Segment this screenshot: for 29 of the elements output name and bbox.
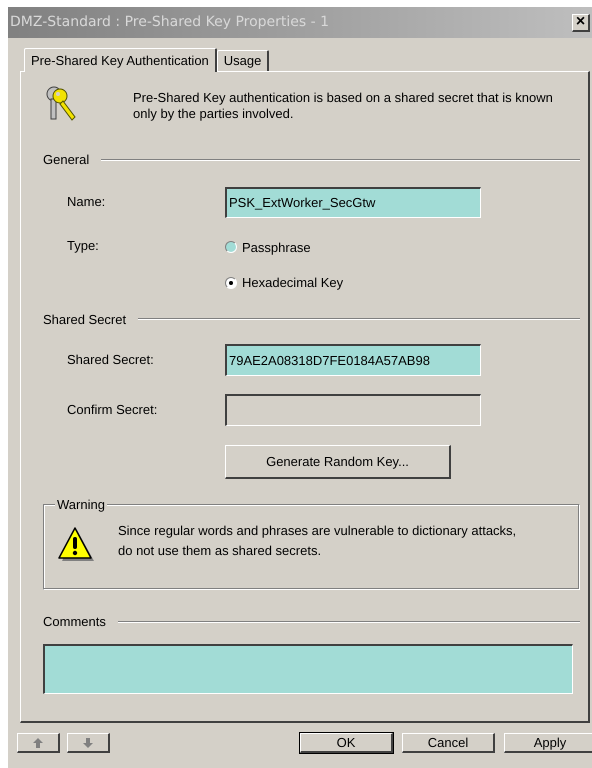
close-button[interactable]: × (572, 14, 590, 32)
move-down-button[interactable] (67, 733, 110, 753)
field-label: Shared Secret: (67, 351, 155, 370)
tab[interactable]: Usage (216, 50, 270, 71)
warning-text: Since regular words and phrases are vulnerable to dictionary attacks, do not use them as shared secrets. (118, 522, 518, 560)
warning-icon (56, 525, 94, 563)
radio-button[interactable] (225, 241, 237, 254)
down-arrow-icon (82, 736, 94, 748)
name-field[interactable]: PSK_ExtWorker_SecGtw (225, 186, 481, 218)
radio-option[interactable]: Passphrase (225, 238, 344, 257)
field-label: Confirm Secret: (67, 401, 158, 420)
dialog-button[interactable]: OK (300, 733, 393, 753)
dialog-button[interactable]: Apply (504, 733, 592, 753)
radio-option[interactable]: Hexadecimal Key (225, 273, 344, 292)
radio-button[interactable] (225, 276, 237, 289)
confirm-secret-field[interactable] (225, 394, 481, 426)
section-heading: Shared Secret (43, 310, 126, 328)
dialog-button[interactable]: Cancel (402, 733, 495, 753)
shared-secret-field[interactable]: 79AE2A08318D7FE0184A57AB98 (225, 344, 481, 376)
description-text: Pre-Shared Key authentication is based on a shared secret that is known only by the parties involved. (133, 90, 554, 122)
section-heading: General (43, 151, 90, 169)
tab[interactable]: Pre-Shared Key Authentication (24, 48, 217, 72)
field-label: Name: (67, 193, 106, 212)
move-up-button[interactable] (17, 733, 60, 753)
generate-key-button[interactable]: Generate Random Key... (225, 445, 451, 479)
section-heading: Comments (43, 613, 106, 631)
field-label: Type: (67, 236, 100, 255)
up-arrow-icon (32, 736, 44, 748)
comments-field[interactable] (43, 644, 573, 694)
